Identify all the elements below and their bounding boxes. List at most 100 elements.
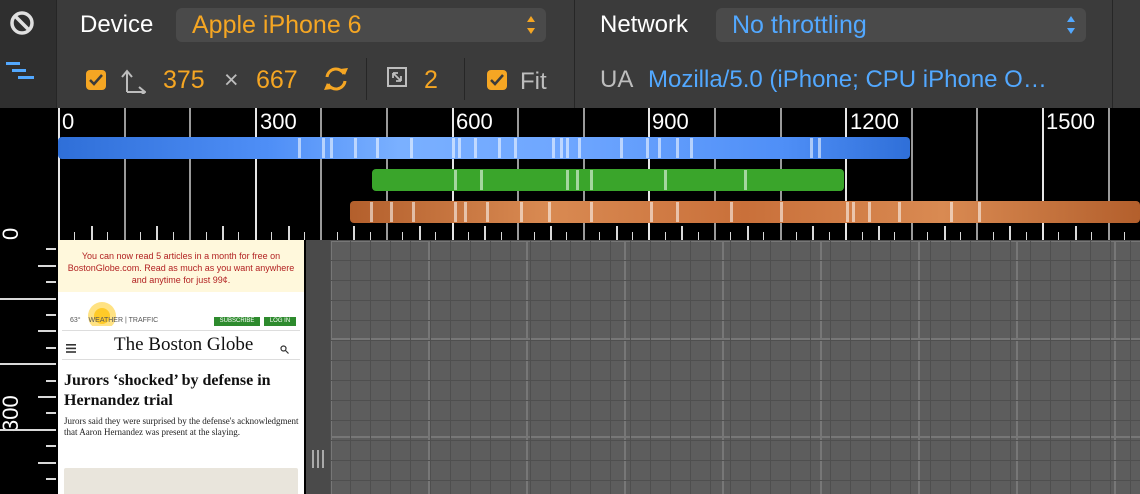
bar-segment-marker <box>780 202 783 222</box>
login-button[interactable]: LOG IN <box>264 317 296 326</box>
ruler-tick <box>484 226 486 240</box>
rotate-icon[interactable] <box>322 65 350 93</box>
hamburger-icon[interactable] <box>66 340 76 353</box>
timeline-bar-orange[interactable] <box>350 201 1140 223</box>
bar-segment-marker <box>846 202 849 222</box>
ruler-tick <box>944 226 946 240</box>
vertical-ruler-tick <box>0 363 56 365</box>
bar-segment-marker <box>454 202 457 222</box>
ruler-tick <box>681 226 683 240</box>
fit-checkbox[interactable] <box>487 70 507 90</box>
ruler-tick <box>747 226 749 240</box>
tick-label: 0 <box>62 109 75 134</box>
bar-segment-marker <box>412 202 415 222</box>
bar-segment-marker <box>390 202 393 222</box>
ruler-tick <box>156 226 158 240</box>
network-label: Network <box>600 11 689 38</box>
vertical-tick-label: 0 <box>0 227 23 240</box>
bar-segment-marker <box>552 138 555 158</box>
dpr-input[interactable]: 2 <box>424 65 438 95</box>
vertical-ruler-tick <box>38 396 56 398</box>
canvas-grid <box>330 240 1140 494</box>
bar-segment-marker <box>566 138 569 158</box>
traffic-link[interactable]: TRAFFIC <box>129 317 159 324</box>
ruler-tick <box>599 232 600 240</box>
vertical-ruler-tick <box>46 347 56 349</box>
fit-label: Fit <box>520 68 547 95</box>
bar-segment-marker <box>560 138 563 158</box>
ruler-tick <box>288 226 290 240</box>
ruler-tick <box>566 232 567 240</box>
masthead-divider <box>62 359 300 360</box>
vertical-ruler: 0 300 <box>0 228 56 494</box>
temperature: 63° <box>70 317 81 324</box>
weather-separator: | <box>124 317 127 324</box>
width-input[interactable]: 375 <box>163 65 205 95</box>
bar-segment-marker <box>898 202 901 222</box>
device-label: Device <box>80 11 154 38</box>
bar-segment-marker <box>978 202 981 222</box>
bar-segment-marker <box>376 138 379 158</box>
no-entry-icon[interactable] <box>9 10 35 36</box>
select-arrows-icon <box>526 13 536 37</box>
tick-label: 300 <box>260 109 297 134</box>
device-select[interactable]: Apple iPhone 6 <box>176 8 546 42</box>
ruler-tick <box>320 108 322 240</box>
search-icon[interactable] <box>280 341 289 354</box>
network-select[interactable]: No throttling <box>716 8 1086 42</box>
ruler-tick <box>1026 232 1027 240</box>
bar-segment-marker <box>548 202 551 222</box>
ruler-tick <box>304 232 305 240</box>
bar-segment-marker <box>868 202 871 222</box>
bar-segment-marker <box>298 138 301 158</box>
ruler-tick <box>206 232 207 240</box>
select-arrows-icon <box>1066 13 1076 37</box>
vertical-ruler-tick <box>46 412 56 414</box>
ruler-tick <box>1091 232 1092 240</box>
bar-segment-marker <box>818 138 821 158</box>
height-input[interactable]: 667 <box>256 65 298 95</box>
ruler-tick <box>550 226 552 240</box>
weather-link[interactable]: WEATHER <box>89 317 123 324</box>
viewport-resize-handle[interactable] <box>306 240 330 494</box>
vertical-ruler-tick <box>38 330 56 332</box>
header-divider <box>62 330 300 331</box>
ruler-tick <box>58 108 60 240</box>
banner-text: You can now read 5 articles in a month f… <box>67 251 295 285</box>
resize-handle-icon <box>312 450 324 468</box>
bar-segment-marker <box>480 170 483 190</box>
emulated-viewport[interactable]: You can now read 5 articles in a month f… <box>58 240 304 494</box>
ruler-tick <box>107 232 108 240</box>
ruler-tick <box>993 232 994 240</box>
waterfall-icon[interactable] <box>6 60 38 84</box>
ruler-tick <box>1009 226 1011 240</box>
ruler-tick <box>189 108 191 240</box>
bar-segment-marker <box>566 170 569 190</box>
ruler-tick <box>222 226 224 240</box>
ruler-tick <box>468 232 469 240</box>
ruler-tick <box>140 232 141 240</box>
bar-segment-marker <box>810 138 813 158</box>
ruler-tick <box>1075 226 1077 240</box>
ruler-tick <box>435 232 436 240</box>
ruler-tick <box>1124 232 1125 240</box>
ruler-tick <box>91 226 93 240</box>
timeline-ruler: 0 300 600 900 1200 1500 <box>0 108 1140 240</box>
ua-input[interactable]: Mozilla/5.0 (iPhone; CPU iPhone O… <box>648 65 1047 95</box>
ruler-tick <box>1058 232 1059 240</box>
article-headline[interactable]: Jurors ‘shocked’ by defense in Hernandez… <box>64 371 300 411</box>
ruler-tick <box>419 226 421 240</box>
subscribe-button[interactable]: SUBSCRIBE <box>214 317 260 326</box>
timeline-bar-green[interactable] <box>372 169 844 191</box>
ruler-tick <box>829 232 830 240</box>
timeline-bar-blue[interactable] <box>58 137 910 159</box>
article-image[interactable] <box>64 468 298 494</box>
ruler-tick <box>878 226 880 240</box>
bar-segment-marker <box>410 138 413 158</box>
masthead[interactable]: The Boston Globe <box>114 334 253 356</box>
vertical-ruler-tick <box>46 281 56 283</box>
bar-segment-marker <box>950 202 953 222</box>
resize-checkbox[interactable] <box>86 70 106 90</box>
ruler-tick <box>763 232 764 240</box>
resize-icon <box>120 66 147 98</box>
